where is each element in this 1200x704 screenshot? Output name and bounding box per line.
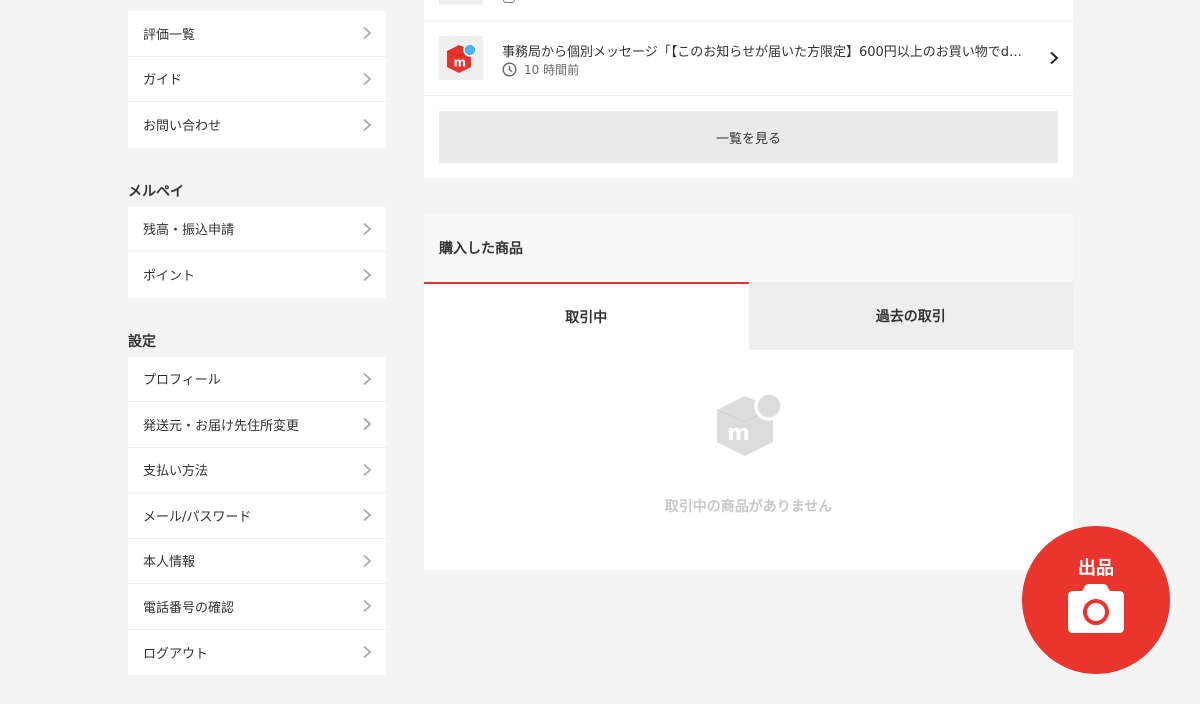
sidebar-item-label: 残高・振込申請 bbox=[143, 223, 235, 239]
purchased-items-title: 購入した商品 bbox=[424, 214, 1073, 282]
sell-button[interactable]: 出品 bbox=[1022, 526, 1170, 674]
notification-text: 事務局から個別メッセージ「【このお知らせが届いた方限定】600円以上のお買い物で… bbox=[502, 45, 1023, 60]
chevron-right-icon bbox=[363, 600, 372, 613]
svg-text:m: m bbox=[727, 421, 750, 446]
sidebar-item-guide[interactable]: ガイド bbox=[128, 57, 386, 102]
sell-button-label: 出品 bbox=[1078, 558, 1114, 579]
chevron-right-icon bbox=[363, 418, 372, 431]
purchase-tabs: 取引中 過去の取引 bbox=[424, 282, 1073, 350]
empty-box-icon: m bbox=[716, 391, 784, 456]
notification-time-label: 10 時間前 bbox=[524, 63, 580, 77]
previous-notification-thumbnail bbox=[439, 0, 483, 5]
chevron-right-icon bbox=[363, 27, 372, 40]
sidebar-item-points[interactable]: ポイント bbox=[128, 252, 386, 298]
notification-thumbnail: m bbox=[439, 36, 483, 80]
merpay-menu: 残高・振込申請 ポイント bbox=[128, 206, 386, 298]
notification-item[interactable]: m 事務局から個別メッセージ「【このお知らせが届いた方限定】600円以上のお買い… bbox=[424, 21, 1073, 96]
sidebar-item-email-password[interactable]: メール/パスワード bbox=[128, 493, 386, 539]
chevron-right-icon bbox=[363, 646, 372, 659]
sidebar-item-label: プロフィール bbox=[143, 373, 221, 389]
sidebar-item-label: メール/パスワード bbox=[143, 509, 252, 525]
sidebar-item-contact[interactable]: お問い合わせ bbox=[128, 102, 386, 148]
sidebar-item-ratings[interactable]: 評価一覧 bbox=[128, 11, 386, 57]
account-menu: 評価一覧 ガイド お問い合わせ bbox=[128, 11, 386, 148]
settings-section-title: 設定 bbox=[128, 333, 156, 350]
sidebar-item-label: 評価一覧 bbox=[143, 27, 196, 43]
mercari-logo-icon: m bbox=[446, 43, 477, 73]
sidebar-item-label: 電話番号の確認 bbox=[143, 600, 235, 616]
clock-icon bbox=[502, 62, 517, 77]
chevron-right-icon bbox=[363, 118, 372, 131]
sidebar-item-profile[interactable]: プロフィール bbox=[128, 357, 386, 402]
settings-menu: プロフィール 発送元・お届け先住所変更 支払い方法 メール/パスワード 本人情報… bbox=[128, 356, 386, 676]
chevron-right-icon bbox=[363, 72, 372, 85]
chevron-right-icon bbox=[363, 509, 372, 522]
see-all-button[interactable]: 一覧を見る bbox=[439, 111, 1058, 163]
sidebar-item-label: ログアウト bbox=[143, 646, 209, 662]
sidebar-item-balance[interactable]: 残高・振込申請 bbox=[128, 207, 386, 252]
notification-time: 10 時間前 bbox=[502, 61, 579, 78]
empty-state: m 取引中の商品がありません bbox=[424, 350, 1073, 570]
chevron-right-icon bbox=[363, 554, 372, 567]
svg-text:m: m bbox=[454, 56, 467, 70]
chevron-right-icon bbox=[363, 463, 372, 476]
purchased-items-card: 購入した商品 取引中 過去の取引 m 取引中の商品がありません bbox=[424, 214, 1073, 570]
sidebar-item-label: 本人情報 bbox=[143, 555, 196, 571]
camera-icon bbox=[1068, 584, 1124, 633]
chevron-right-icon bbox=[363, 268, 372, 281]
sidebar-item-phone-verify[interactable]: 電話番号の確認 bbox=[128, 584, 386, 630]
tab-in-progress[interactable]: 取引中 bbox=[424, 282, 749, 350]
merpay-section-title: メルペイ bbox=[128, 183, 184, 200]
sidebar: 評価一覧 ガイド お問い合わせ メルペイ 残高・振込申請 ポイント 設定 プロフ… bbox=[128, 0, 386, 675]
sidebar-item-label: 発送元・お届け先住所変更 bbox=[143, 418, 300, 434]
empty-state-text: 取引中の商品がありません bbox=[664, 499, 833, 515]
sidebar-item-label: 支払い方法 bbox=[143, 464, 209, 480]
sidebar-item-label: ポイント bbox=[143, 269, 196, 285]
sidebar-item-address[interactable]: 発送元・お届け先住所変更 bbox=[128, 402, 386, 448]
sidebar-item-label: ガイド bbox=[143, 73, 183, 89]
sidebar-item-payment-method[interactable]: 支払い方法 bbox=[128, 448, 386, 493]
chevron-right-icon bbox=[1050, 51, 1059, 65]
sidebar-item-label: お問い合わせ bbox=[143, 119, 222, 135]
chevron-right-icon bbox=[363, 372, 372, 385]
tab-past-transactions[interactable]: 過去の取引 bbox=[748, 282, 1073, 350]
clock-icon bbox=[503, 0, 515, 3]
chevron-right-icon bbox=[363, 222, 372, 235]
sidebar-item-logout[interactable]: ログアウト bbox=[128, 630, 386, 676]
sidebar-item-personal-info[interactable]: 本人情報 bbox=[128, 539, 386, 584]
